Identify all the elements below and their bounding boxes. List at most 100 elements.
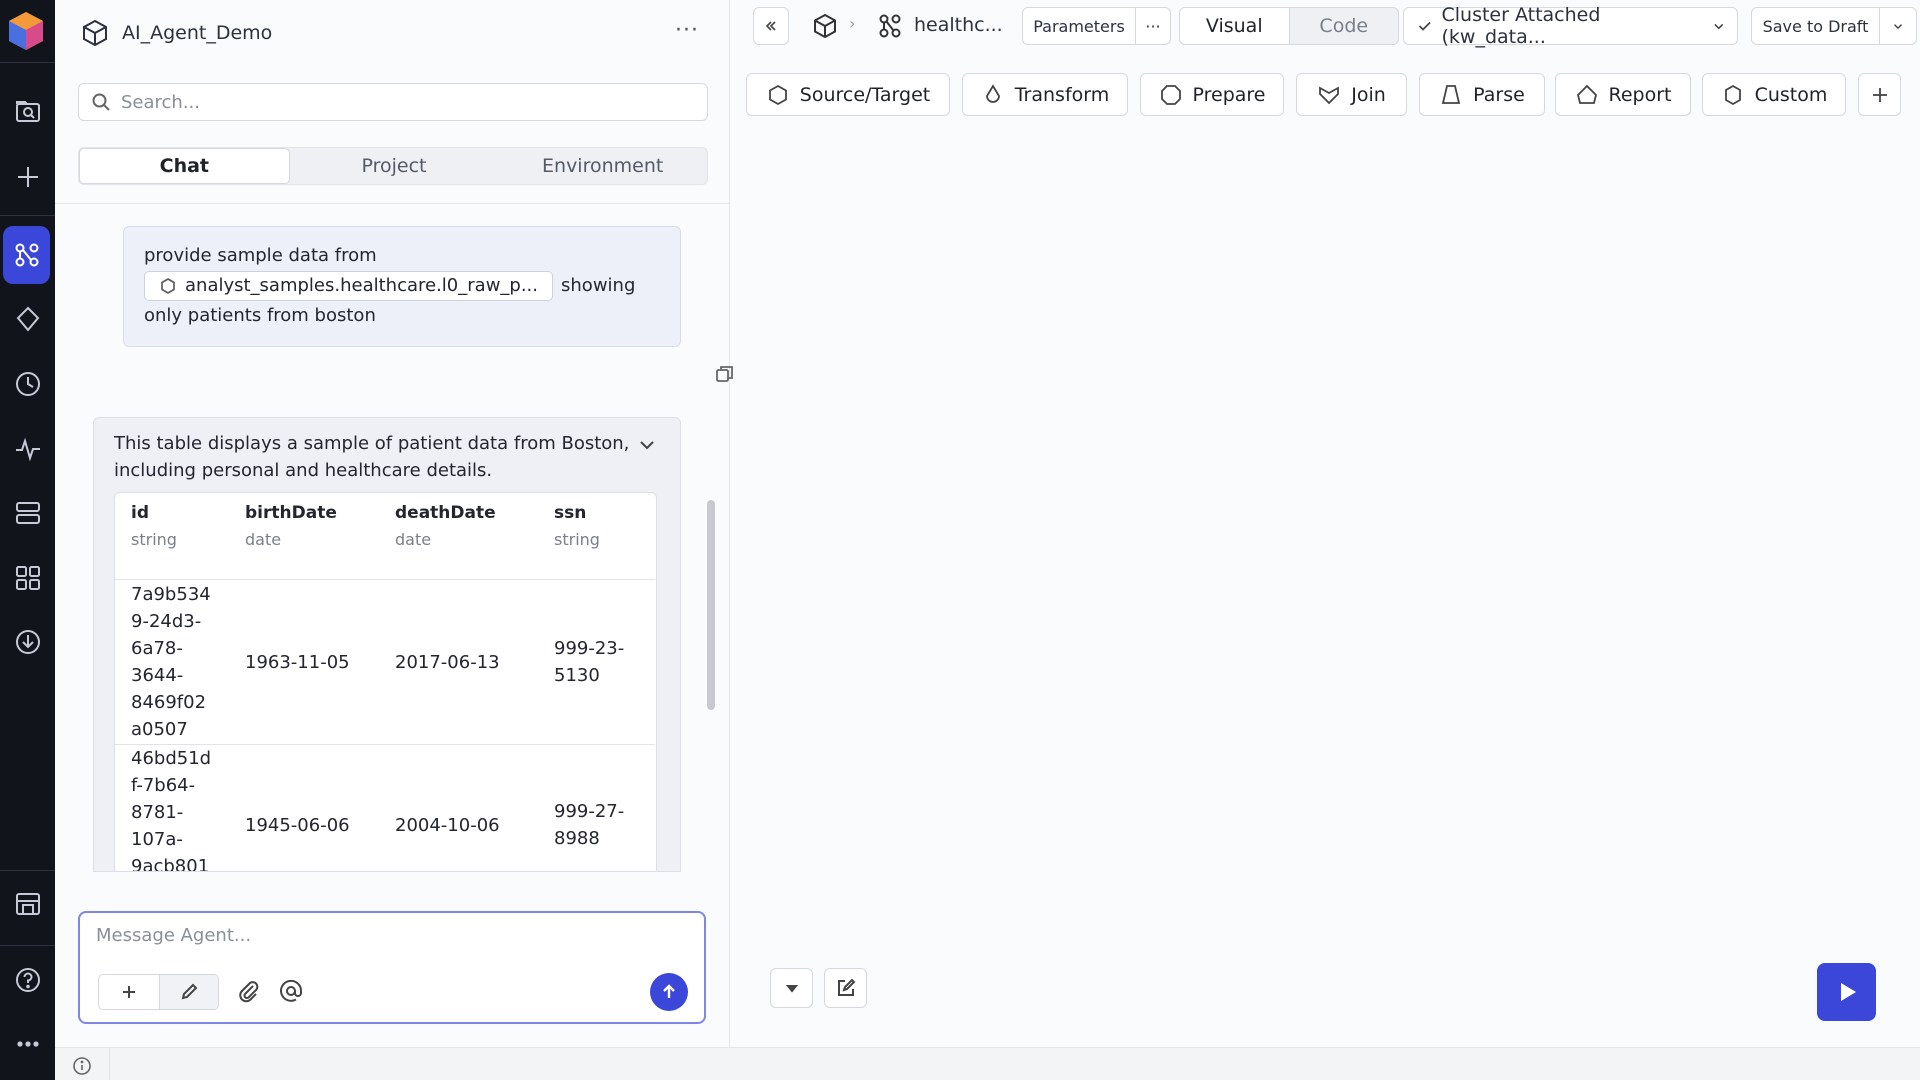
rail-download-button[interactable] <box>0 613 55 671</box>
user-message-prefix: provide sample data from <box>144 245 377 266</box>
collapse-response-button[interactable] <box>636 434 658 456</box>
rail-observability-button[interactable] <box>0 420 55 478</box>
project-more-button[interactable]: ··· <box>675 18 699 43</box>
cluster-selector[interactable]: Cluster Attached (kw_data... <box>1403 4 1738 48</box>
search-box[interactable] <box>78 83 708 121</box>
circle-icon <box>1160 84 1181 105</box>
copy-icon <box>716 366 733 382</box>
canvas-dropdown-button[interactable] <box>770 968 813 1008</box>
gem-label: Source/Target <box>799 83 931 106</box>
cube-icon <box>814 13 836 39</box>
app-logo[interactable] <box>5 10 47 52</box>
collapse-panel-button[interactable] <box>753 7 789 45</box>
store-icon <box>15 893 40 915</box>
house-icon <box>1576 84 1597 104</box>
gem-report-button[interactable]: Report <box>1555 73 1691 116</box>
save-to-draft-button[interactable]: Save to Draft <box>1751 7 1880 45</box>
chat-scrollbar[interactable] <box>707 500 715 710</box>
search-input[interactable] <box>121 91 681 113</box>
rail-gems-button[interactable] <box>0 290 55 348</box>
double-chevron-left-icon <box>765 21 776 31</box>
column-header: deathDate <box>395 503 496 523</box>
add-context-button[interactable] <box>99 975 159 1009</box>
check-icon <box>1418 21 1431 31</box>
gem-parse-button[interactable]: Parse <box>1419 73 1545 116</box>
rail-create-button[interactable] <box>0 148 55 206</box>
table-divider <box>115 579 655 580</box>
column-type: date <box>395 530 432 549</box>
rail-marketplace-button[interactable] <box>0 875 55 933</box>
grid-icon <box>15 566 40 590</box>
pipeline-breadcrumb[interactable]: healthc... <box>914 14 1003 36</box>
status-divider <box>109 1048 110 1080</box>
rail-browse-button[interactable] <box>0 83 55 141</box>
tab-environment[interactable]: Environment <box>498 148 707 184</box>
gem-custom-button[interactable]: Custom <box>1702 73 1846 116</box>
composer-tool-group <box>98 974 219 1010</box>
arrow-up-icon <box>663 984 675 998</box>
gem-source-target-button[interactable]: Source/Target <box>746 73 950 116</box>
edit-icon <box>837 978 855 996</box>
pipeline-icon <box>15 243 38 267</box>
gem-transform-button[interactable]: Transform <box>962 73 1128 116</box>
hexagon-icon <box>768 84 787 105</box>
pencil-icon <box>181 983 198 1000</box>
send-button[interactable] <box>650 973 688 1011</box>
column-type: string <box>554 530 600 549</box>
info-button[interactable] <box>72 1056 92 1076</box>
parameters-button[interactable]: Parameters <box>1022 7 1136 45</box>
caret-down-icon <box>785 985 798 993</box>
cell-id: 7a9b534 9-24d3- 6a78- 3644- 8469f02 a050… <box>131 584 211 740</box>
attach-button[interactable] <box>236 978 262 1004</box>
rail-help-button[interactable] <box>0 951 55 1009</box>
rail-divider <box>0 215 55 216</box>
play-icon <box>1840 983 1856 1001</box>
tab-code[interactable]: Code <box>1290 8 1399 44</box>
gem-label: Report <box>1608 83 1672 106</box>
copy-message-button[interactable] <box>715 364 735 384</box>
bell-icon <box>1442 84 1461 104</box>
rail-datasets-button[interactable] <box>0 484 55 542</box>
message-input[interactable] <box>96 925 676 955</box>
hexagon-icon <box>161 278 175 294</box>
hexagon-icon <box>1724 84 1741 105</box>
gem-join-button[interactable]: Join <box>1296 73 1407 116</box>
run-pipeline-button[interactable] <box>1817 963 1876 1021</box>
folder-search-icon <box>15 101 40 122</box>
dataset-chip[interactable]: analyst_samples.healthcare.l0_raw_p... <box>144 271 554 301</box>
rail-pipelines-button[interactable] <box>3 226 50 284</box>
view-toggle: Visual Code <box>1179 7 1399 45</box>
rail-apps-button[interactable] <box>0 549 55 607</box>
parameters-more-button[interactable]: ··· <box>1135 7 1171 45</box>
user-message-suffix2: only patients from boston <box>144 305 376 326</box>
save-options-button[interactable] <box>1879 7 1917 45</box>
column-type: string <box>131 530 177 549</box>
agent-response: This table displays a sample of patient … <box>93 417 681 872</box>
tab-divider <box>55 203 730 204</box>
tab-visual[interactable]: Visual <box>1180 8 1290 44</box>
rail-history-button[interactable] <box>0 355 55 413</box>
add-gem-button[interactable] <box>1858 73 1901 116</box>
pipeline-breadcrumb-icon <box>876 12 904 40</box>
project-title: AI_Agent_Demo <box>122 22 273 44</box>
tab-project[interactable]: Project <box>290 148 499 184</box>
cube-icon <box>83 19 107 47</box>
rail-more-button[interactable] <box>0 1015 55 1073</box>
cluster-label: Cluster Attached (kw_data... <box>1441 4 1601 48</box>
gem-label: Custom <box>1754 83 1828 106</box>
edit-mode-button[interactable] <box>158 975 218 1009</box>
cell-ssn: 999-27- 8988 <box>554 801 625 849</box>
gem-prepare-button[interactable]: Prepare <box>1140 73 1284 116</box>
mention-button[interactable] <box>278 978 304 1004</box>
chevron-down-icon <box>1714 23 1724 30</box>
gem-label: Join <box>1351 83 1386 106</box>
download-circle-icon <box>15 630 40 654</box>
tab-chat[interactable]: Chat <box>79 148 290 184</box>
agent-panel: AI_Agent_Demo ··· Chat Project Environme… <box>55 0 733 1047</box>
search-icon <box>92 93 110 111</box>
gem-icon <box>16 306 39 332</box>
rail-divider <box>0 870 55 871</box>
gem-label: Transform <box>1014 83 1110 106</box>
project-breadcrumb-button[interactable] <box>811 12 839 40</box>
canvas-edit-button[interactable] <box>824 968 867 1008</box>
